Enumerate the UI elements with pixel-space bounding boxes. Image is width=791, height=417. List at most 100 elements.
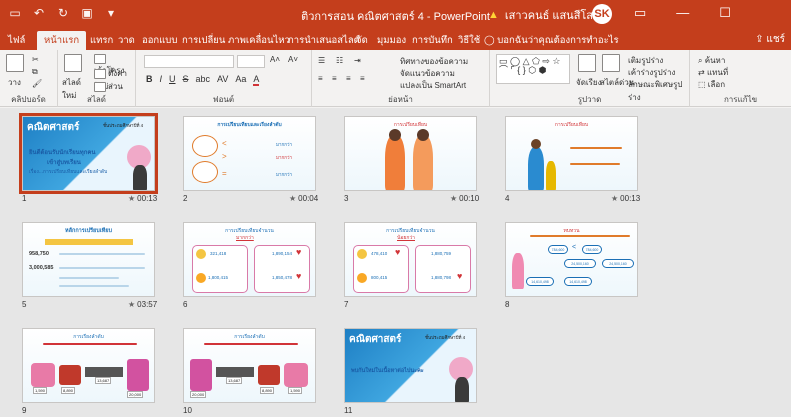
text-line <box>204 343 298 345</box>
product-image <box>284 363 308 387</box>
format-painter-icon[interactable]: 🖌 <box>32 79 42 88</box>
number-value: 24,500,160 <box>609 262 627 266</box>
align-right-icon[interactable]: ≡ <box>346 74 351 83</box>
share-button[interactable]: ⇪ แชร์ <box>755 32 785 47</box>
row-label: มากกว่า <box>276 155 292 160</box>
change-case-button[interactable]: Aa <box>235 74 246 86</box>
slide-thumbnail-4[interactable]: การเปรียบเทียบ <box>505 116 638 191</box>
slide-text: พบกันใหม่ในเนื้อหาต่อไปนะคะ <box>351 368 424 374</box>
tab-recording[interactable]: การบันทึก <box>412 33 453 48</box>
ribbon-display-icon[interactable]: ▭ <box>634 5 646 21</box>
heart-icon: ♥ <box>395 247 401 257</box>
tab-draw[interactable]: วาด <box>118 33 135 48</box>
slide-thumbnail-2[interactable]: การเปรียบเทียบและเรียงลำดับ < > = มากกว่… <box>183 116 316 191</box>
price-tag: 20,000 <box>127 391 144 398</box>
warning-icon: ▲ <box>488 9 499 21</box>
align-center-icon[interactable]: ≡ <box>332 74 337 83</box>
head <box>531 139 541 149</box>
tab-insert[interactable]: แทรก <box>90 33 113 48</box>
slide-number: 11 <box>344 406 353 415</box>
tab-transitions[interactable]: การเปลี่ยน <box>182 33 225 48</box>
quick-styles-button[interactable] <box>602 54 622 72</box>
slide-timing: ★ 00:13 <box>611 194 640 203</box>
decrease-font-icon[interactable]: A˅ <box>288 55 298 64</box>
number-value: 14,610,498 <box>531 280 549 284</box>
italic-button[interactable]: I <box>160 74 163 86</box>
tab-design[interactable]: ออกแบบ <box>142 33 177 48</box>
tab-review[interactable]: จัด <box>356 33 368 48</box>
slide-number: 7 <box>344 300 349 309</box>
arrange-label: จัดเรียง <box>576 78 602 87</box>
underline-button[interactable]: U <box>169 74 176 86</box>
tab-animations[interactable]: ภาพเคลื่อนไหว <box>228 33 290 48</box>
paste-label: วาง <box>8 78 21 87</box>
number-value: 1,800,415 <box>208 275 229 280</box>
tell-me-label: บอกฉันว่าคุณต้องการทำอะไร <box>497 35 619 46</box>
account-area[interactable]: ▲ เสาวคนธ์ แสนสีโส <box>488 6 593 24</box>
header-bar <box>45 239 133 245</box>
select-button[interactable]: ⬚ เลือก <box>698 78 725 91</box>
tab-slideshow[interactable]: การนำเสนอสไลด์ <box>288 33 360 48</box>
price-tag: 20,000 <box>190 391 207 398</box>
new-slide-button[interactable] <box>64 54 84 72</box>
slide-number: 5 <box>22 300 27 309</box>
slide-thumbnail-9[interactable]: การเรียงลำดับ 1,590 8,890 13,687 20,000 <box>22 328 155 403</box>
slide-text: เรื่อง...การเปรียบเทียบและเรียงลำดับ <box>29 169 108 175</box>
avatar[interactable]: SK <box>592 4 612 24</box>
less-than-sign: < <box>572 244 577 251</box>
clear-format-button[interactable]: abc <box>196 74 211 86</box>
number-value: 478,410 <box>371 251 388 256</box>
text-line <box>59 277 119 279</box>
slide-thumbnail-5[interactable]: หลักการเปรียบเทียบ 958,750 3,000,585 <box>22 222 155 297</box>
text-line <box>59 285 129 287</box>
heart-icon: ♥ <box>296 271 302 281</box>
smartart-button[interactable]: แปลงเป็น SmartArt <box>400 79 466 92</box>
shapes-gallery[interactable]: ▭ ◯ △ ⬠ ⇨ ☆ ⌒ ⌜ { } ⬡ ⬢ <box>496 54 570 84</box>
moon-icon <box>357 249 367 259</box>
bold-button[interactable]: B <box>146 74 153 86</box>
slide-thumbnail-8[interactable]: ทบทวน 784,600 < 784,600 24,500,160 24,50… <box>505 222 638 297</box>
slide-number: 4 <box>505 194 510 203</box>
slide-title: การเปรียบเทียบ <box>554 122 589 128</box>
slide-number: 8 <box>505 300 510 309</box>
arrange-button[interactable] <box>578 54 598 72</box>
tell-me-search[interactable]: ◯ บอกฉันว่าคุณต้องการทำอะไร <box>484 33 619 48</box>
font-name-box[interactable] <box>144 55 234 68</box>
paste-button[interactable] <box>6 54 26 72</box>
tab-help[interactable]: วิธีใช้ <box>458 33 480 48</box>
tab-file[interactable]: ไฟล์ <box>8 33 25 48</box>
sun-icon <box>357 273 367 283</box>
timing-value: 03:57 <box>137 300 158 309</box>
group-label: สไลด์ <box>86 95 106 104</box>
copy-icon[interactable]: ⧉ <box>32 67 38 77</box>
number-value: 14,610,498 <box>569 280 587 284</box>
strikethrough-button[interactable]: S <box>183 74 189 86</box>
slide-thumbnail-6[interactable]: การเปรียบเทียบจำนวน มากกว่า 321,418 1,80… <box>183 222 316 297</box>
bullets-icon[interactable]: ☰ <box>318 56 325 65</box>
indent-icon[interactable]: ⇥ <box>354 56 361 65</box>
editing-group: ⌕ ค้นหา ⇄ แทนที่ ⬚ เลือก การแก้ไข <box>690 50 791 107</box>
font-size-box[interactable] <box>237 55 265 68</box>
slide-thumbnail-7[interactable]: การเปรียบเทียบจำนวน น้อยกว่า 478,410 1,8… <box>344 222 477 297</box>
slide-thumbnail-3[interactable]: การเปรียบเทียบ <box>344 116 477 191</box>
slide-thumbnail-10[interactable]: การเรียงลำดับ 20,000 13,687 8,890 1,590 <box>183 328 316 403</box>
char-spacing-button[interactable]: AV <box>217 74 228 86</box>
font-color-icon[interactable]: A <box>253 74 260 86</box>
increase-font-icon[interactable]: A˄ <box>270 55 280 64</box>
slide-title: ทบทวน <box>563 228 580 234</box>
maximize-icon[interactable]: ☐ <box>719 5 731 21</box>
slide-subtitle: ชั้นประถมศึกษาปีที่ 4 <box>425 335 466 340</box>
slide-thumbnail-11[interactable]: คณิตศาสตร์ ชั้นประถมศึกษาปีที่ 4 พบกันให… <box>344 328 477 403</box>
align-left-icon[interactable]: ≡ <box>318 74 323 83</box>
slide-thumbnail-1[interactable]: คณิตศาสตร์ ชั้นประถมศึกษาปีที่ 4 ยินดีต้… <box>19 113 158 194</box>
minimize-icon[interactable]: — <box>676 5 689 21</box>
slide-title: การเรียงลำดับ <box>73 334 104 340</box>
cut-icon[interactable]: ✂ <box>32 55 39 64</box>
tab-home[interactable]: หน้าแรก <box>37 31 87 50</box>
numbering-icon[interactable]: ☷ <box>336 56 343 65</box>
window-controls: ▭ — ☐ <box>634 5 731 21</box>
section-button[interactable]: ส่วน <box>94 80 123 93</box>
girl-figure <box>413 135 433 190</box>
justify-icon[interactable]: ≡ <box>360 74 365 83</box>
tab-view[interactable]: มุมมอง <box>377 33 406 48</box>
